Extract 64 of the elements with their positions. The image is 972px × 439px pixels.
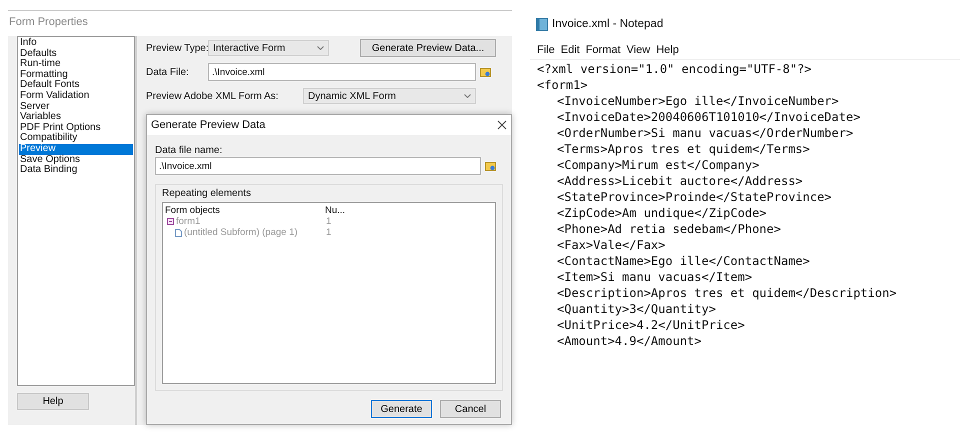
generate-button[interactable]: Generate xyxy=(371,400,432,418)
category-item[interactable]: Save Options xyxy=(19,154,133,166)
data-file-field[interactable]: .\Invoice.xml xyxy=(208,63,476,81)
menu-item[interactable]: File xyxy=(537,44,555,59)
close-icon[interactable] xyxy=(497,120,507,130)
category-item[interactable]: Form Validation xyxy=(19,90,133,102)
preview-format-dropdown[interactable]: Dynamic XML Form xyxy=(303,88,476,104)
group-title: Repeating elements xyxy=(162,188,252,199)
window-title: Invoice.xml - Notepad xyxy=(552,18,664,30)
chevron-down-icon xyxy=(464,94,471,98)
category-item[interactable]: Run-time xyxy=(19,59,133,70)
code-line: <ContactName>Ego ille</ContactName> xyxy=(556,253,811,269)
category-item[interactable]: Data Binding xyxy=(19,165,133,176)
field-label: Data File: xyxy=(146,66,190,78)
count-text: 1 xyxy=(325,227,332,238)
code-line: <?xml version="1.0" encoding="UTF-8"?> xyxy=(537,61,813,77)
data-file-name-field[interactable]: .\Invoice.xml xyxy=(155,157,481,175)
code-line: <InvoiceNumber>Ego ille</InvoiceNumber> xyxy=(556,93,840,109)
code-line: <InvoiceDate>20040606T101010</InvoiceDate> xyxy=(556,109,862,125)
code-line: <StateProvince>Proinde</StateProvince> xyxy=(556,189,833,205)
panel-title: Form Properties xyxy=(8,11,512,36)
category-item[interactable]: Variables xyxy=(19,112,133,123)
count-text: 1 xyxy=(325,216,332,227)
code-line: <Description>Apros tres et quidem</Description> xyxy=(556,285,898,301)
code-line: <Fax>Vale</Fax> xyxy=(556,237,666,253)
category-item[interactable]: Server xyxy=(19,102,133,112)
folder-icon[interactable] xyxy=(480,66,491,78)
menu-item[interactable]: Format xyxy=(586,44,621,59)
menu-item[interactable]: Help xyxy=(656,44,679,59)
generate-preview-button[interactable]: Generate Preview Data... xyxy=(360,39,496,57)
code-line: <Amount>4.9</Amount> xyxy=(556,333,702,347)
category-item[interactable]: Preview xyxy=(19,144,133,155)
preview-type-dropdown[interactable]: Interactive Form xyxy=(208,40,329,56)
code-line: <ZipCode>Am undique</ZipCode> xyxy=(556,205,768,221)
code-line: <UnitPrice>4.2</UnitPrice> xyxy=(556,317,746,333)
notepad-icon xyxy=(536,18,548,30)
folder-icon[interactable] xyxy=(485,160,496,172)
category-item[interactable]: Defaults xyxy=(19,48,133,60)
column-header[interactable]: Form objects xyxy=(165,205,325,216)
help-button[interactable]: Help xyxy=(17,393,89,410)
code-line: <Company>Mirum est</Company> xyxy=(556,157,760,173)
document-icon xyxy=(175,228,182,236)
code-line: <OrderNumber>Si manu vacuas</OrderNumber> xyxy=(556,125,854,141)
category-item[interactable]: Compatibility xyxy=(19,133,133,144)
category-item[interactable]: Default Fonts xyxy=(19,80,133,91)
code-line: <Address>Licebit auctore</Address> xyxy=(556,173,804,189)
dialog-title: Generate Preview Data xyxy=(151,119,266,131)
collapse-icon[interactable] xyxy=(167,218,174,225)
code-line: <Terms>Apros tres et quidem</Terms> xyxy=(556,141,811,157)
category-item[interactable]: Info xyxy=(19,38,133,49)
menu-item[interactable]: View xyxy=(626,44,650,59)
chevron-down-icon xyxy=(317,46,324,50)
category-item[interactable]: PDF Print Options xyxy=(19,122,133,134)
menu-item[interactable]: Edit xyxy=(560,44,580,59)
field-label: Data file name: xyxy=(155,145,224,156)
code-line: <form1> xyxy=(537,77,589,93)
code-line: <Phone>Ad retia sedebam</Phone> xyxy=(556,221,782,237)
category-item[interactable]: Formatting xyxy=(19,70,133,80)
field-label: Preview Type: xyxy=(146,42,208,54)
column-header[interactable]: Nu... xyxy=(325,205,365,216)
code-line: <Quantity>3</Quantity> xyxy=(556,301,717,317)
field-label: Preview Adobe XML Form As: xyxy=(146,90,280,102)
code-line: <Item>Si manu vacuas</Item> xyxy=(556,269,754,285)
cancel-button[interactable]: Cancel xyxy=(440,400,501,418)
